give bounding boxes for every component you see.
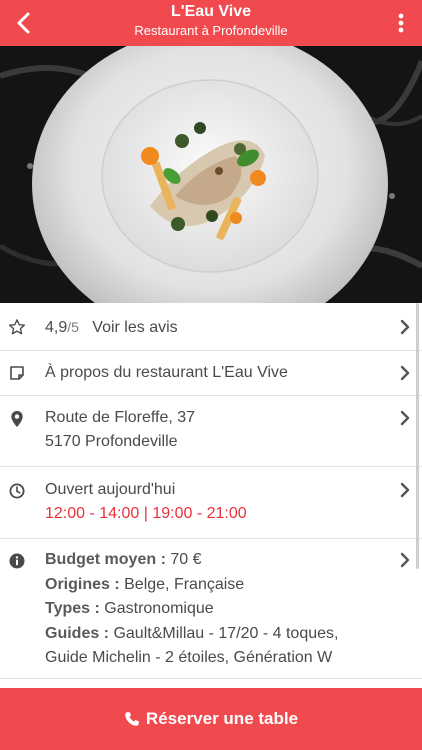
scrollbar[interactable] bbox=[416, 303, 419, 569]
page-subtitle: Restaurant à Profondeville bbox=[134, 23, 288, 38]
chevron-right-icon bbox=[399, 319, 411, 335]
hours-status: Ouvert aujourd'hui bbox=[45, 481, 176, 498]
rating-line: 4,9/5 Voir les avis bbox=[45, 315, 392, 341]
guides-label: Guides : bbox=[45, 624, 110, 642]
reviews-link[interactable]: Voir les avis bbox=[92, 319, 177, 336]
hours-row[interactable]: Ouvert aujourd'hui 12:00 - 14:00 | 19:00… bbox=[0, 467, 422, 539]
chevron-right-icon bbox=[399, 410, 411, 426]
chevron-right-icon bbox=[399, 482, 411, 498]
budget-line: Budget moyen : 70 € bbox=[45, 548, 392, 573]
clock-icon bbox=[8, 482, 26, 500]
about-row[interactable]: À propos du restaurant L'Eau Vive bbox=[0, 351, 422, 396]
star-icon bbox=[8, 318, 26, 336]
address-line2: 5170 Profondeville bbox=[45, 433, 178, 450]
guides-line: Guides : Gault&Millau - 17/20 - 4 toques… bbox=[45, 622, 392, 647]
types-label: Types : bbox=[45, 600, 100, 617]
hours-times: 12:00 - 14:00 | 19:00 - 21:00 bbox=[45, 505, 247, 522]
rating-value: 4,9 bbox=[45, 319, 68, 336]
about-label: À propos du restaurant L'Eau Vive bbox=[45, 364, 288, 381]
page-title: L'Eau Vive bbox=[171, 3, 251, 20]
chevron-right-icon bbox=[399, 365, 411, 381]
restaurant-info-list: 4,9/5 Voir les avis À propos du restaura… bbox=[0, 303, 422, 679]
back-arrow-icon bbox=[17, 12, 30, 34]
origins-label: Origines : bbox=[45, 575, 120, 593]
reserve-table-label: Réserver une table bbox=[145, 709, 299, 728]
budget-value: 70 € bbox=[165, 551, 202, 568]
guides-line-2: Guide Michelin - 2 étoiles, Génération W bbox=[45, 649, 333, 666]
phone-icon bbox=[125, 712, 139, 726]
rating-row[interactable]: 4,9/5 Voir les avis bbox=[0, 303, 422, 351]
types-line: Types : Gastronomique bbox=[45, 597, 392, 622]
address-line1: Route de Floreffe, 37 bbox=[45, 409, 196, 426]
guides-value: Gault&Millau - 17/20 - 4 toques, bbox=[109, 624, 339, 642]
note-icon bbox=[8, 364, 26, 382]
app-header: L'Eau Vive Restaurant à Profondeville bbox=[0, 0, 422, 46]
origins-line: Origines : Belge, Française bbox=[45, 573, 392, 598]
more-options-button[interactable] bbox=[390, 8, 412, 38]
reserve-table-button[interactable]: Réserver une table bbox=[0, 688, 422, 750]
map-pin-icon bbox=[8, 410, 26, 428]
details-row[interactable]: Budget moyen : 70 € Origines : Belge, Fr… bbox=[0, 539, 422, 679]
budget-label: Budget moyen : bbox=[45, 551, 166, 568]
info-icon bbox=[8, 552, 26, 570]
back-button[interactable] bbox=[6, 6, 40, 40]
chevron-right-icon bbox=[399, 552, 411, 568]
address-row[interactable]: Route de Floreffe, 37 5170 Profondeville bbox=[0, 396, 422, 467]
more-vertical-icon bbox=[398, 13, 404, 33]
restaurant-hero-image bbox=[0, 46, 422, 303]
rating-scale: /5 bbox=[67, 319, 79, 335]
origins-value: Belge, Française bbox=[119, 575, 245, 593]
types-value: Gastronomique bbox=[99, 600, 214, 617]
